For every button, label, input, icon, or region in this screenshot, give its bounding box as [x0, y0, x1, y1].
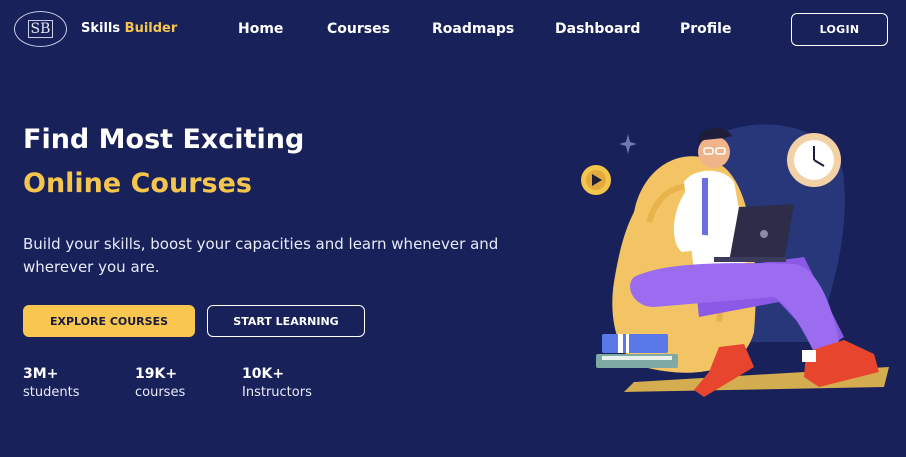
hero-illustration: [581, 124, 889, 397]
explore-courses-button[interactable]: EXPLORE COURSES: [23, 305, 195, 337]
logo-monogram: SB: [27, 20, 54, 38]
nav-link-courses[interactable]: Courses: [327, 21, 390, 37]
stat-value: 10K+: [242, 366, 285, 382]
brand-part1: Skills: [81, 21, 121, 36]
hero-title-line1: Find Most Exciting: [23, 124, 305, 155]
login-button[interactable]: LOGIN: [791, 13, 888, 46]
books-icon: [596, 334, 678, 368]
brand-name[interactable]: Skills Builder: [81, 21, 177, 36]
stat-label: Instructors: [242, 385, 312, 400]
play-coin-icon: [581, 165, 611, 195]
brand-part2: Builder: [124, 21, 178, 36]
nav-link-dashboard[interactable]: Dashboard: [555, 21, 640, 37]
start-learning-button[interactable]: START LEARNING: [207, 305, 365, 337]
stat-value: 3M+: [23, 366, 59, 382]
nav-link-profile[interactable]: Profile: [680, 21, 731, 37]
sparkle-icon: [619, 134, 637, 154]
stat-courses: 19K+ courses: [135, 366, 185, 400]
stat-label: courses: [135, 385, 186, 400]
stat-instructors: 10K+ Instructors: [242, 366, 312, 400]
nav-link-roadmaps[interactable]: Roadmaps: [432, 21, 514, 37]
stat-label: students: [23, 385, 80, 400]
stat-value: 19K+: [135, 366, 178, 382]
nav-link-home[interactable]: Home: [238, 21, 283, 37]
logo[interactable]: SB: [14, 11, 67, 47]
hero-title-line2: Online Courses: [23, 168, 252, 199]
stat-students: 3M+ students: [23, 366, 79, 400]
hero-description: Build your skills, boost your capacities…: [23, 235, 499, 276]
navbar: SB Skills Builder Home Courses Roadmaps …: [0, 0, 906, 60]
clock-icon: [787, 133, 841, 187]
